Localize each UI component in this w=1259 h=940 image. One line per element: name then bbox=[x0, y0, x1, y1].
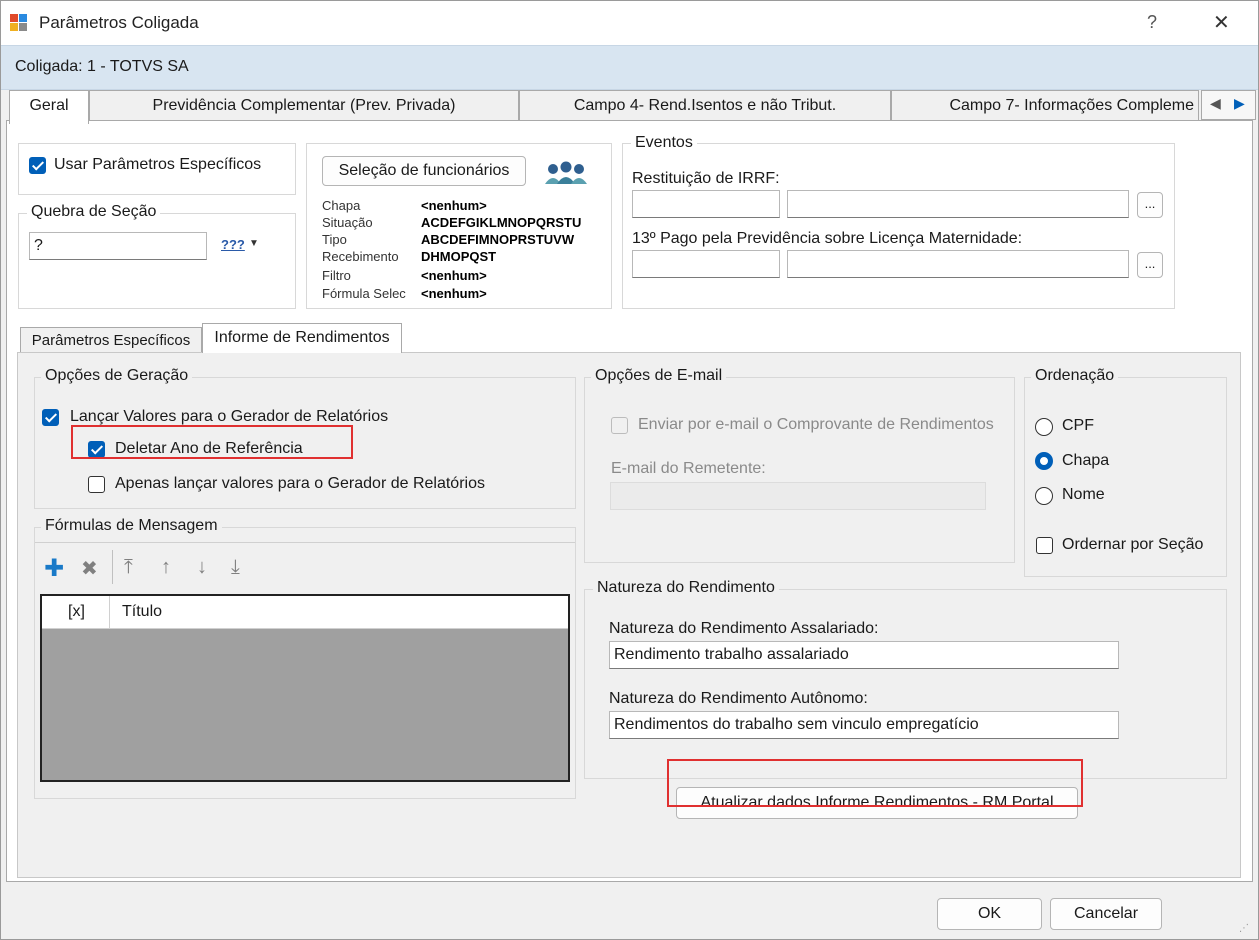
selecao-funcionarios-button[interactable]: Seleção de funcionários bbox=[322, 156, 526, 186]
subtab-informe-rendimentos[interactable]: Informe de Rendimentos bbox=[202, 323, 402, 353]
ordenar-secao-checkbox[interactable] bbox=[1036, 537, 1053, 554]
filter-value-formula: <nenhum> bbox=[421, 286, 487, 301]
ordenacao-cpf-radio[interactable] bbox=[1035, 418, 1053, 436]
usar-parametros-checkbox[interactable] bbox=[29, 157, 46, 174]
tab-campo4[interactable]: Campo 4- Rend.Isentos e não Tribut. bbox=[519, 90, 891, 120]
apenas-lancar-label: Apenas lançar valores para o Gerador de … bbox=[115, 475, 485, 492]
column-divider bbox=[109, 596, 110, 628]
move-top-icon[interactable]: ⤒ bbox=[124, 556, 133, 579]
tab-scroll-right-icon[interactable]: ▶ bbox=[1234, 95, 1245, 112]
toolbar-divider bbox=[35, 542, 575, 543]
formulas-grid[interactable]: [x] Título bbox=[40, 594, 570, 782]
resize-grip-icon[interactable]: ⋰ bbox=[1239, 923, 1249, 934]
highlight-deletar-ano bbox=[71, 425, 353, 459]
eventos-legend: Eventos bbox=[631, 134, 697, 152]
toolbar-separator bbox=[112, 550, 113, 584]
formulas-mensagem-group: Fórmulas de Mensagem ✚ ✖ ⤒ ↑ ↓ ⤓ [x] Tít… bbox=[34, 517, 576, 799]
ordenacao-chapa-radio[interactable] bbox=[1035, 452, 1053, 470]
ordenacao-group: Ordenação CPF Chapa Nome Ordernar por Se… bbox=[1024, 367, 1227, 577]
decimo-terceiro-desc-input[interactable] bbox=[787, 250, 1129, 278]
natureza-rendimento-group: Natureza do Rendimento Natureza do Rendi… bbox=[584, 579, 1227, 779]
coligada-info-bar: Coligada: 1 - TOTVS SA bbox=[1, 45, 1258, 90]
filter-value-filtro: <nenhum> bbox=[421, 268, 487, 283]
lancar-valores-label: Lançar Valores para o Gerador de Relatór… bbox=[70, 408, 389, 425]
help-button[interactable]: ? bbox=[1147, 12, 1157, 33]
selecao-funcionarios-group: Seleção de funcionários Chapa <nenhum> S… bbox=[306, 143, 612, 309]
usar-parametros-group: Usar Parâmetros Específicos bbox=[18, 143, 296, 195]
decimo-terceiro-label: 13º Pago pela Previdência sobre Licença … bbox=[632, 230, 1023, 247]
filter-label-chapa: Chapa bbox=[322, 198, 361, 213]
ordenacao-legend: Ordenação bbox=[1031, 367, 1119, 385]
tab-scroll-buttons: ◀ ▶ bbox=[1201, 90, 1256, 120]
delete-icon[interactable]: ✖ bbox=[81, 556, 98, 581]
filter-value-situacao: ACDEFGIKLMNOPQRSTU bbox=[421, 215, 582, 230]
tab-previdencia[interactable]: Previdência Complementar (Prev. Privada) bbox=[89, 90, 519, 120]
quebra-secao-input[interactable]: ? bbox=[29, 232, 207, 260]
natureza-assalariado-input[interactable]: Rendimento trabalho assalariado bbox=[609, 641, 1119, 669]
opcoes-email-legend: Opções de E-mail bbox=[591, 367, 727, 385]
quebra-secao-group: Quebra de Seção ? ??? ▼ bbox=[18, 203, 296, 309]
lancar-valores-checkbox[interactable] bbox=[42, 409, 59, 426]
filter-value-tipo: ABCDEFIMNOPRSTUVW bbox=[421, 232, 575, 247]
ordenacao-nome-radio[interactable] bbox=[1035, 487, 1053, 505]
cancel-button[interactable]: Cancelar bbox=[1050, 898, 1162, 930]
ordenacao-cpf-label: CPF bbox=[1062, 417, 1094, 434]
filter-value-recebimento: DHMOPQST bbox=[421, 249, 497, 264]
ordenacao-nome-label: Nome bbox=[1062, 486, 1105, 503]
usar-parametros-label: Usar Parâmetros Específicos bbox=[54, 156, 262, 173]
natureza-autonomo-input[interactable]: Rendimentos do trabalho sem vinculo empr… bbox=[609, 711, 1119, 739]
coligada-label: Coligada: 1 - TOTVS SA bbox=[15, 58, 189, 75]
filter-label-situacao: Situação bbox=[322, 215, 373, 230]
ordenar-secao-label: Ordernar por Seção bbox=[1062, 536, 1204, 553]
natureza-assalariado-label: Natureza do Rendimento Assalariado: bbox=[609, 620, 879, 637]
decimo-terceiro-code-input[interactable] bbox=[632, 250, 780, 278]
filter-label-formula: Fórmula Selec bbox=[322, 286, 406, 301]
move-down-icon[interactable]: ↓ bbox=[197, 556, 207, 579]
window-title: Parâmetros Coligada bbox=[39, 13, 199, 32]
subtab-parametros-especificos[interactable]: Parâmetros Específicos bbox=[20, 327, 202, 353]
quebra-secao-picker-button[interactable]: ??? ▼ bbox=[217, 232, 261, 260]
eventos-group: Eventos Restituição de IRRF: ... 13º Pag… bbox=[622, 134, 1175, 309]
opcoes-email-group: Opções de E-mail Enviar por e-mail o Com… bbox=[584, 367, 1015, 563]
move-up-icon[interactable]: ↑ bbox=[161, 556, 171, 579]
email-remetente-label: E-mail do Remetente: bbox=[611, 460, 766, 477]
enviar-email-checkbox[interactable] bbox=[611, 417, 628, 434]
opcoes-geracao-legend: Opções de Geração bbox=[41, 367, 193, 385]
restituicao-lookup-button[interactable]: ... bbox=[1137, 192, 1163, 218]
apenas-lancar-checkbox[interactable] bbox=[88, 476, 105, 493]
users-icon bbox=[545, 161, 587, 184]
restituicao-label: Restituição de IRRF: bbox=[632, 170, 780, 187]
close-button[interactable]: ✕ bbox=[1213, 10, 1230, 35]
title-bar: Parâmetros Coligada ? ✕ bbox=[1, 1, 1258, 45]
app-icon bbox=[10, 14, 27, 31]
picker-label: ??? bbox=[221, 237, 245, 252]
filter-label-filtro: Filtro bbox=[322, 268, 351, 283]
highlight-atualizar-button bbox=[667, 759, 1083, 807]
dialog-window: Parâmetros Coligada ? ✕ Coligada: 1 - TO… bbox=[0, 0, 1259, 940]
tab-geral[interactable]: Geral bbox=[9, 90, 89, 124]
add-icon[interactable]: ✚ bbox=[44, 554, 64, 583]
natureza-autonomo-label: Natureza do Rendimento Autônomo: bbox=[609, 690, 868, 707]
column-header-x[interactable]: [x] bbox=[68, 603, 85, 621]
filter-value-chapa: <nenhum> bbox=[421, 198, 487, 213]
tab-scroll-left-icon[interactable]: ◀ bbox=[1210, 95, 1221, 112]
quebra-secao-legend: Quebra de Seção bbox=[27, 203, 161, 221]
column-header-titulo[interactable]: Título bbox=[122, 603, 162, 621]
tab-campo7[interactable]: Campo 7- Informações Compleme bbox=[891, 90, 1199, 120]
ordenacao-chapa-label: Chapa bbox=[1062, 452, 1110, 469]
move-bottom-icon[interactable]: ⤓ bbox=[231, 556, 240, 579]
formulas-legend: Fórmulas de Mensagem bbox=[41, 517, 222, 535]
ok-button[interactable]: OK bbox=[937, 898, 1042, 930]
restituicao-code-input[interactable] bbox=[632, 190, 780, 218]
chevron-down-icon: ▼ bbox=[249, 238, 259, 249]
restituicao-desc-input[interactable] bbox=[787, 190, 1129, 218]
email-remetente-input[interactable] bbox=[610, 482, 986, 510]
natureza-legend: Natureza do Rendimento bbox=[593, 579, 779, 597]
enviar-email-label: Enviar por e-mail o Comprovante de Rendi… bbox=[638, 416, 994, 433]
decimo-terceiro-lookup-button[interactable]: ... bbox=[1137, 252, 1163, 278]
filter-label-recebimento: Recebimento bbox=[322, 249, 399, 264]
filter-label-tipo: Tipo bbox=[322, 232, 347, 247]
formulas-grid-header: [x] Título bbox=[42, 596, 568, 629]
